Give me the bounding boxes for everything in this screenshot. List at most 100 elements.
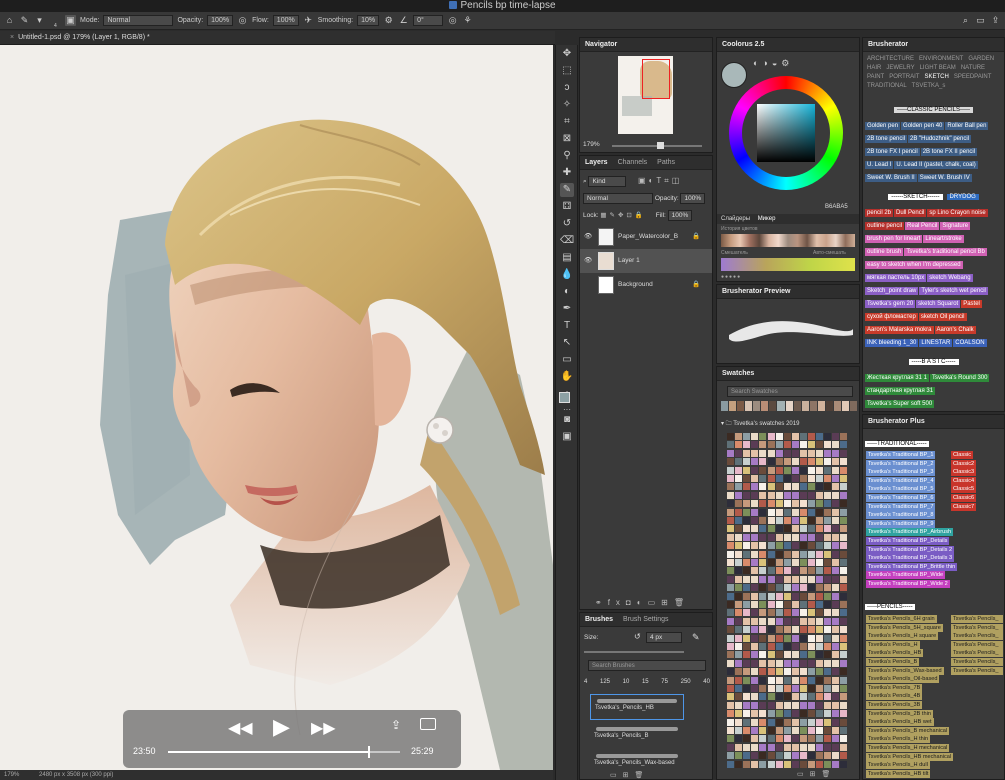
swatch[interactable] xyxy=(767,651,775,659)
swatch[interactable] xyxy=(816,718,824,726)
swatch[interactable] xyxy=(751,626,759,634)
swatch[interactable] xyxy=(785,401,793,411)
swatch[interactable] xyxy=(767,617,775,625)
swatch[interactable] xyxy=(832,559,840,566)
swatch[interactable] xyxy=(759,651,767,659)
swatch[interactable] xyxy=(840,626,848,634)
swatch[interactable] xyxy=(783,676,791,684)
swatch[interactable] xyxy=(735,559,743,566)
swatch[interactable] xyxy=(824,500,832,508)
swatch[interactable] xyxy=(775,693,783,701)
airbrush-icon[interactable]: ✈ xyxy=(303,15,314,26)
swatch[interactable] xyxy=(832,592,840,600)
brush-tag[interactable]: Tsvetka's Pencils_H xyxy=(866,640,920,649)
swatch[interactable] xyxy=(791,475,799,482)
swatch[interactable] xyxy=(816,710,824,718)
swatch[interactable] xyxy=(727,542,734,550)
swatch[interactable] xyxy=(775,567,783,575)
swatch[interactable] xyxy=(824,710,832,718)
preset-size[interactable]: 10 xyxy=(623,679,630,685)
swatch[interactable] xyxy=(808,760,815,768)
layer-actions[interactable]: ⚭fx◘◐▭⊞🗑 xyxy=(595,598,690,607)
swatch[interactable] xyxy=(799,517,807,524)
category-link[interactable]: SKETCH xyxy=(924,73,948,82)
swatch[interactable] xyxy=(767,693,775,701)
swatch[interactable] xyxy=(767,718,775,726)
swatch[interactable] xyxy=(793,401,801,411)
swatch[interactable] xyxy=(727,617,734,625)
swatch[interactable] xyxy=(824,567,832,575)
swatch[interactable] xyxy=(840,542,848,550)
swatch[interactable] xyxy=(816,542,824,550)
swatch[interactable] xyxy=(783,449,791,457)
swatch[interactable] xyxy=(799,676,807,684)
swatch[interactable] xyxy=(783,626,791,634)
swatch[interactable] xyxy=(808,643,815,650)
home-icon[interactable]: ⌂ xyxy=(4,15,15,26)
swatch[interactable] xyxy=(735,433,743,440)
swatch[interactable] xyxy=(775,643,783,650)
swatch[interactable] xyxy=(735,743,743,751)
swatch[interactable] xyxy=(791,609,799,617)
swatch[interactable] xyxy=(767,525,775,533)
swatch[interactable] xyxy=(745,401,753,411)
category-link[interactable]: LIGHT BEAM xyxy=(920,64,956,73)
layer-row-selected[interactable]: 👁 Layer 1 xyxy=(580,249,712,273)
swatch[interactable] xyxy=(801,401,809,411)
swatch[interactable] xyxy=(799,634,807,642)
brush-tag[interactable]: Tsvetka's Pencils_HB mechanical xyxy=(866,752,954,761)
brush-tag[interactable]: Tsvetka's Pencils_HB xyxy=(866,649,924,658)
swatch[interactable] xyxy=(824,693,832,701)
brush-tag[interactable]: Pastel xyxy=(961,300,982,308)
swatch[interactable] xyxy=(751,533,759,541)
symmetry-icon[interactable]: ⚘ xyxy=(462,15,473,26)
swatch[interactable] xyxy=(832,466,840,474)
swatch[interactable] xyxy=(767,550,775,558)
fill-field[interactable]: 100% xyxy=(667,210,693,221)
eraser-tool-icon[interactable]: ⌫ xyxy=(560,234,574,248)
swatch[interactable] xyxy=(775,609,783,617)
brush-tag[interactable]: DRYDOG xyxy=(946,194,979,200)
swatch[interactable] xyxy=(751,743,759,751)
swatch[interactable] xyxy=(775,651,783,659)
swatch[interactable] xyxy=(759,617,767,625)
swatch[interactable] xyxy=(808,710,815,718)
navigator-view-box[interactable] xyxy=(642,59,670,99)
swatch[interactable] xyxy=(825,401,833,411)
swatch[interactable] xyxy=(727,626,734,634)
swatch[interactable] xyxy=(759,626,767,634)
swatch[interactable] xyxy=(751,752,759,760)
swatch[interactable] xyxy=(735,592,743,600)
swatch[interactable] xyxy=(743,617,751,625)
swatch[interactable] xyxy=(799,475,807,482)
swatch[interactable] xyxy=(727,500,734,508)
swatch[interactable] xyxy=(727,550,734,558)
swatch[interactable] xyxy=(791,693,799,701)
swatch[interactable] xyxy=(743,575,751,583)
swatch[interactable] xyxy=(727,517,734,524)
swatch[interactable] xyxy=(824,617,832,625)
crop-tool-icon[interactable]: ⌗ xyxy=(560,115,574,129)
swatch[interactable] xyxy=(824,659,832,667)
swatch[interactable] xyxy=(840,550,848,558)
brush-tag[interactable]: Tsvetka's Traditional BP_8 xyxy=(866,511,936,520)
swatch[interactable] xyxy=(833,401,841,411)
swatch[interactable] xyxy=(743,609,751,617)
brush-tool-icon[interactable]: ✎ xyxy=(19,15,30,26)
swatch[interactable] xyxy=(832,685,840,692)
swatch[interactable] xyxy=(791,760,799,768)
swatch[interactable] xyxy=(791,701,799,709)
swatch[interactable] xyxy=(775,634,783,642)
swatch[interactable] xyxy=(808,727,815,734)
smoothing-field[interactable]: 10% xyxy=(357,15,380,26)
swatch[interactable] xyxy=(832,475,840,482)
swatch[interactable] xyxy=(759,525,767,533)
swatch[interactable] xyxy=(840,727,848,734)
swatch[interactable] xyxy=(832,743,840,751)
brush-tag[interactable]: 2B tone pencil xyxy=(865,135,908,143)
swatch[interactable] xyxy=(735,760,743,768)
swatch[interactable] xyxy=(816,760,824,768)
fast-forward-icon[interactable]: ▶▶ xyxy=(311,718,336,738)
swatch[interactable] xyxy=(816,609,824,617)
swatch[interactable] xyxy=(840,743,848,751)
